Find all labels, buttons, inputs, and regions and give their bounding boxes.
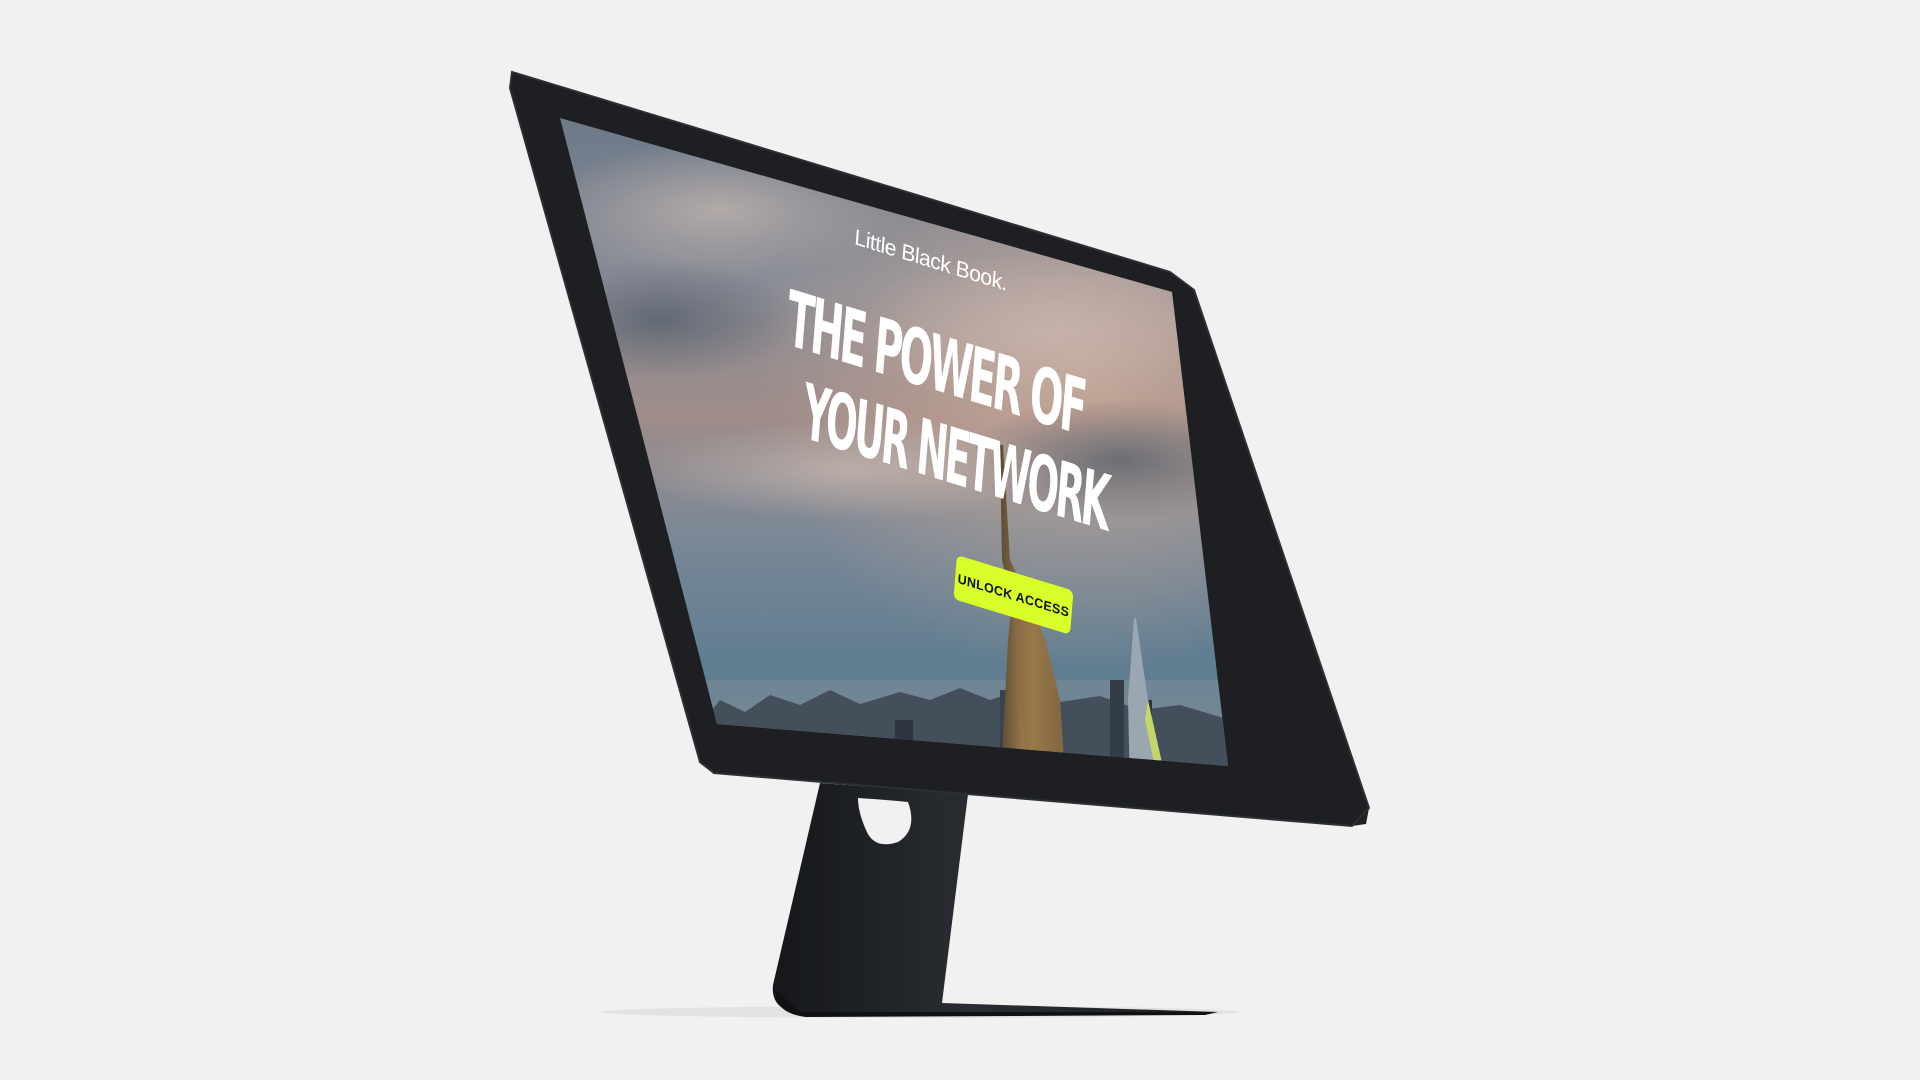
- monitor-stand: [772, 783, 1218, 1017]
- mockup-stage: Little Black Book. THE POWER OF YOUR NET…: [0, 0, 1920, 1080]
- monitor-mockup-illustration: Little Black Book. THE POWER OF YOUR NET…: [508, 70, 1371, 1018]
